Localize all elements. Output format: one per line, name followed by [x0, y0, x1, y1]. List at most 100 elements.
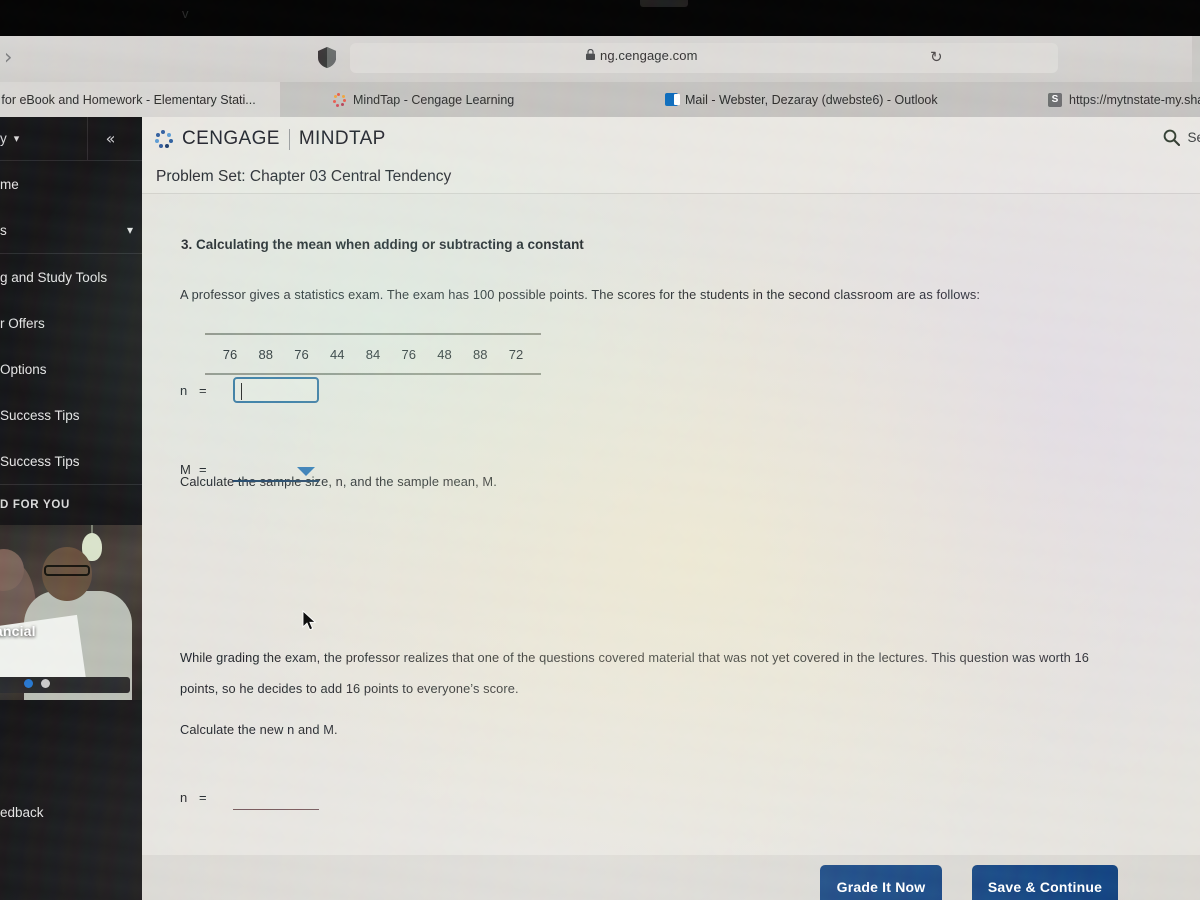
reload-icon[interactable]: ↻ — [930, 48, 943, 66]
n-answer-input-2[interactable] — [233, 784, 319, 810]
score-cell: 72 — [508, 346, 524, 362]
answer-row-n2: n = — [180, 784, 319, 810]
browser-tab-1[interactable]: MindTap - Cengage Learning — [320, 82, 650, 117]
sidebar-item-label: s — [0, 222, 7, 238]
sharepoint-icon: S — [1048, 92, 1062, 107]
shield-icon[interactable] — [318, 47, 336, 68]
action-button-bar: Grade It Now Save & Continue — [142, 855, 1200, 900]
dropdown-underline — [233, 479, 319, 482]
page-title: Problem Set: Chapter 03 Central Tendency — [156, 168, 452, 185]
lock-icon — [586, 49, 595, 60]
question-paragraph-2: While grading the exam, the professor re… — [180, 650, 1089, 696]
sidebar-item-label: Success Tips — [0, 407, 80, 423]
sidebar-item-options[interactable]: Options — [0, 346, 142, 392]
browser-tab-3[interactable]: S https://mytnstate-my.shar — [1036, 82, 1200, 117]
header-search[interactable]: Se — [1163, 129, 1200, 146]
chevron-down-icon: ▾ — [126, 223, 133, 237]
scores-table: 76 88 76 44 84 76 48 88 72 — [205, 333, 541, 375]
bezel-glare: v — [182, 6, 189, 21]
sidebar-item-study-tools[interactable]: g and Study Tools — [0, 254, 142, 300]
search-icon[interactable] — [1163, 129, 1181, 146]
sidebar-collapse-icon[interactable]: « — [87, 117, 133, 161]
laptop-bezel-top: v — [0, 0, 1200, 36]
sidebar-item-label: Options — [0, 361, 47, 377]
text-caret — [241, 383, 243, 400]
tab-title: MindTap - Cengage Learning — [353, 92, 515, 107]
question-paragraph-1: A professor gives a statistics exam. The… — [180, 287, 981, 302]
address-bar[interactable] — [350, 43, 1058, 73]
cengage-mindtap-logo[interactable]: CENGAGE MINDTAP — [142, 128, 386, 150]
mindtap-app-header: CENGAGE MINDTAP Se — [142, 117, 1200, 161]
sidebar-promo-card[interactable]: inancial — [0, 525, 142, 700]
chevron-down-icon: ▾ — [13, 133, 20, 145]
mouse-cursor — [302, 610, 317, 631]
field-equals: = — [199, 461, 207, 477]
main-content: Problem Set: Chapter 03 Central Tendency… — [142, 161, 1200, 900]
chevron-down-icon — [297, 467, 315, 476]
field-label-n: n — [180, 382, 188, 398]
score-cell: 76 — [401, 346, 416, 362]
score-cell: 76 — [222, 346, 238, 362]
score-cell: 48 — [437, 346, 452, 362]
sidebar-item-success-tips-1[interactable]: Success Tips — [0, 392, 142, 438]
sidebar-item-offers[interactable]: r Offers — [0, 300, 142, 346]
grade-it-now-button[interactable]: Grade It Now — [820, 865, 942, 900]
promo-laptop — [0, 677, 130, 693]
sidebar-item-label: me — [0, 176, 19, 192]
browser-tab-0[interactable]: e for eBook and Homework - Elementary St… — [0, 82, 280, 117]
m-answer-dropdown[interactable] — [233, 456, 319, 482]
sidebar-item-success-tips-2[interactable]: Success Tips — [0, 438, 142, 484]
table-row: 76 88 76 44 84 76 48 88 72 — [205, 335, 541, 373]
cengage-icon — [332, 92, 347, 107]
score-cell: 44 — [330, 346, 345, 362]
sidebar-course-label: y ▾ — [0, 131, 20, 146]
score-cell: 88 — [258, 346, 273, 362]
score-cell: 88 — [473, 346, 488, 362]
browser-toolbar: › ng.cengage.com ↻ — [0, 36, 1200, 82]
tab-title: https://mytnstate-my.shar — [1069, 92, 1200, 107]
field-label-m: M — [180, 461, 191, 477]
browser-tab-2[interactable]: Mail - Webster, Dezaray (dwebste6) - Out… — [652, 82, 1034, 117]
score-cell: 84 — [365, 346, 381, 362]
carousel-dot-1[interactable] — [24, 679, 33, 688]
url-text[interactable]: ng.cengage.com — [600, 48, 698, 63]
toolbar-right-edge — [1192, 36, 1200, 82]
sidebar-item-assignments[interactable]: s ▾ — [0, 207, 142, 253]
answer-row-m1: M = — [180, 456, 319, 482]
question-title: 3. Calculating the mean when adding or s… — [181, 237, 584, 252]
answer-row-n1: n = — [180, 377, 319, 403]
sidebar-section-header: D FOR YOU — [0, 499, 70, 511]
sidebar-item-label: Success Tips — [0, 453, 80, 469]
outlook-icon — [664, 93, 680, 107]
field-equals: = — [199, 382, 207, 398]
brand-divider — [288, 128, 290, 150]
field-equals: = — [199, 789, 207, 805]
left-sidebar: y ▾ « me s ▾ g and Study Tools r Offers … — [0, 117, 142, 900]
promo-headline: inancial — [0, 623, 36, 639]
webcam-notch — [640, 0, 688, 7]
forward-icon[interactable]: › — [4, 45, 12, 69]
sidebar-item-feedback[interactable]: edback — [0, 792, 142, 832]
save-and-continue-button[interactable]: Save & Continue — [972, 865, 1118, 900]
score-cell: 76 — [294, 346, 309, 362]
sidebar-course-header[interactable]: y ▾ « — [0, 117, 142, 161]
brand-cengage-text: CENGAGE — [182, 128, 280, 149]
carousel-dot-2[interactable] — [41, 679, 50, 688]
sidebar-item-label: g and Study Tools — [0, 269, 108, 285]
n-answer-input-focused[interactable] — [233, 377, 319, 403]
problem-sheet: 3. Calculating the mean when adding or s… — [142, 194, 1200, 900]
search-label: Se — [1187, 130, 1200, 145]
browser-tab-strip: e for eBook and Homework - Elementary St… — [0, 82, 1200, 117]
brand-mindtap-text: MINDTAP — [298, 128, 386, 149]
tab-title: Mail - Webster, Dezaray (dwebste6) - Out… — [685, 92, 938, 107]
breadcrumb: Problem Set: Chapter 03 Central Tendency — [142, 161, 1200, 194]
sidebar-item-home[interactable]: me — [0, 161, 142, 207]
glasses-icon — [44, 565, 90, 576]
tab-title: e for eBook and Homework - Elementary St… — [0, 92, 256, 107]
field-label-n: n — [180, 789, 188, 805]
promo-carousel-dots[interactable] — [24, 679, 50, 688]
sidebar-item-label: r Offers — [0, 315, 45, 331]
cengage-dots-icon — [154, 129, 173, 149]
table-rule-bottom — [205, 373, 541, 375]
